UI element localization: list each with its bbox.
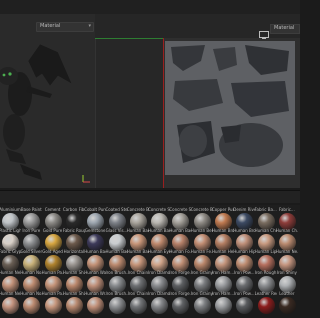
material-label: Iron Diamond (148, 291, 171, 296)
shelf-header (0, 190, 300, 203)
material-label: Concrete S... (169, 207, 192, 212)
material-preset-item[interactable]: Human No... (20, 291, 42, 318)
material-label: Leather (279, 291, 295, 296)
material-label: Cobalt Pure (84, 207, 107, 212)
material-preset-item[interactable]: Iron Diamond (148, 291, 170, 318)
material-label: Human Bac... (169, 228, 192, 233)
viewport-mode-label: Material (40, 23, 61, 29)
material-label: Aluminium (0, 207, 21, 212)
material-label: Human Bro... (233, 228, 256, 233)
material-label: Horizontal (63, 249, 85, 254)
material-label: Human He... (212, 249, 234, 254)
material-label: Gold Pure (42, 228, 63, 233)
material-preset-item[interactable]: Human Pa... (42, 291, 64, 318)
material-label: Human Ne... (0, 270, 21, 275)
material-label: Human Ne... (275, 249, 298, 254)
material-label: Iron Diamond (148, 270, 171, 275)
material-label: Concrete B... (190, 207, 213, 212)
monitor-icon[interactable] (259, 24, 269, 39)
material-label: Iron Grainy (190, 270, 213, 275)
dragon-model (0, 43, 73, 180)
material-label: Fabric Ba... (254, 207, 277, 212)
material-label: Iron Brush... (105, 270, 128, 275)
material-label: Human Bac... (105, 249, 128, 254)
material-label: Human Ne... (0, 291, 21, 296)
material-preset-item[interactable]: Leather Red (255, 291, 277, 318)
material-label: Human Sh... (62, 291, 85, 296)
material-label: Denim Rivet (233, 207, 255, 212)
material-label: Iron Pow... (234, 270, 255, 275)
material-preset-item[interactable]: Iron Forge... (169, 291, 191, 318)
material-label: Human Eye (148, 249, 171, 254)
uv-viewport[interactable] (95, 38, 164, 188)
material-label: Iron Pure (22, 228, 41, 233)
material-label: Iron Shiny (276, 270, 297, 275)
material-label: Leather Red (254, 291, 277, 296)
material-label: Human Bro... (212, 228, 234, 233)
material-preset-item[interactable]: Human Wr... (84, 291, 106, 318)
axis-gizmo-icon (80, 170, 92, 183)
viewport-mode-dropdown[interactable]: Material ▾ (36, 22, 94, 32)
material-label: Iron Forge... (169, 270, 192, 275)
material-label: Iron Forge... (169, 291, 192, 296)
material-label: Concrete B... (126, 207, 149, 212)
chevron-down-icon: ▾ (88, 23, 91, 29)
material-label: Base Paint (20, 207, 42, 212)
material-label: Plastic Light (0, 228, 21, 233)
material-label: Iron Ham... (212, 270, 234, 275)
material-label: Iron Pow... (234, 291, 255, 296)
material-label: Human Chi... (254, 228, 277, 233)
material-label: Fabric Glyph (0, 249, 21, 254)
material-label: Human Fe... (190, 249, 213, 254)
normal-map-image (165, 41, 295, 175)
material-label: Copper Pure (212, 207, 234, 212)
material-preset-item[interactable]: Iron Ham... (212, 291, 234, 318)
material-preset-item[interactable]: Iron Grainy (191, 291, 213, 318)
material-preset-item[interactable]: Human Sh... (63, 291, 85, 318)
material-label: Cement (44, 207, 61, 212)
material-label: Human Bac... (126, 249, 149, 254)
material-preset-item[interactable]: Iron Brush... (106, 291, 128, 318)
material-label: Iron Chain (127, 270, 148, 275)
material-label: Human No... (20, 291, 42, 296)
material-label: Human Bac... (84, 249, 107, 254)
material-label: Gold Silver (20, 249, 43, 254)
material-label: Iron Chain (127, 291, 148, 296)
viewport-3d[interactable] (0, 14, 95, 188)
material-label: Gemstone (84, 228, 106, 233)
material-label: Iron Grainy (190, 291, 213, 296)
material-label: Iron Brush... (105, 291, 128, 296)
material-label: Fabric Rough (62, 228, 85, 233)
material-preset-item[interactable]: Iron Chain (128, 291, 149, 318)
material-label: Human No... (20, 270, 42, 275)
material-preset-item[interactable]: Leather (277, 291, 298, 318)
material-label: Iron Ham... (212, 291, 234, 296)
material-label: Human Pa... (41, 291, 64, 296)
material-label: Human Bac... (148, 228, 171, 233)
texture-channel-label: Material (274, 25, 295, 31)
material-label: Human Bell... (190, 228, 213, 233)
material-label: Human Sh... (62, 270, 85, 275)
material-label: Human Hip... (233, 249, 256, 254)
material-label: Human Fo... (169, 249, 192, 254)
material-label: Carbon Fiber (62, 207, 85, 212)
material-preset-item[interactable]: Human Ne... (0, 291, 21, 318)
material-label: Human Bac... (126, 228, 149, 233)
guide-line-vertical (163, 38, 164, 188)
material-label: Human Lip (254, 249, 277, 254)
material-label: Human Ch... (275, 228, 298, 233)
material-label: Human Wa... (84, 270, 107, 275)
material-label: Iron Rough (254, 270, 277, 275)
material-label: Concrete S... (148, 207, 170, 212)
top-menu-bar (0, 0, 300, 14)
material-label: Human Pa... (41, 270, 64, 275)
material-label: Gold Aged (42, 249, 63, 254)
texture-map (165, 41, 295, 175)
material-label: Fabric... (279, 207, 295, 212)
texture-channel-dropdown[interactable]: Material (270, 24, 300, 34)
material-label: Glass Vis... (105, 228, 128, 233)
material-preset-item[interactable]: Iron Pow... (234, 291, 255, 318)
material-label: Human Wr... (84, 291, 106, 296)
material-label: Coated Steel (105, 207, 128, 212)
